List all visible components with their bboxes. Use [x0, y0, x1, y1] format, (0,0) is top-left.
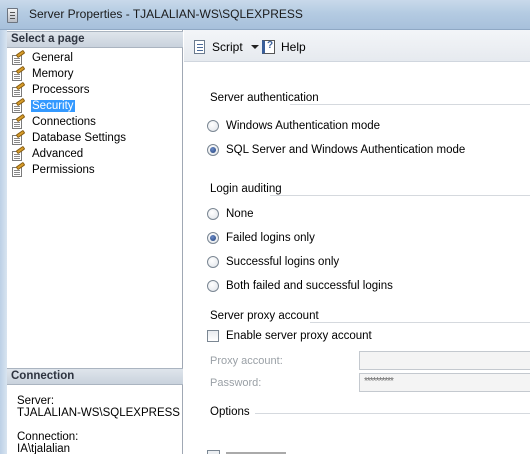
- checkbox-label: Enable server proxy account: [226, 330, 372, 342]
- page-item-label: Security: [31, 100, 75, 112]
- page-properties-icon: [10, 129, 26, 145]
- proxy-account-field[interactable]: [359, 351, 530, 370]
- page-item-connections[interactable]: Connections: [10, 113, 180, 130]
- server-authentication-title: Server authentication: [210, 92, 324, 104]
- server-value: TJALALIAN-WS\SQLEXPRESS: [17, 407, 180, 419]
- page-item-processors[interactable]: Processors: [10, 81, 180, 98]
- cut-off-checkbox[interactable]: [207, 450, 220, 454]
- script-button[interactable]: Script: [192, 38, 259, 55]
- window-frame-left: [0, 30, 7, 454]
- page-item-label: Database Settings: [32, 132, 126, 144]
- script-label: Script: [212, 39, 243, 54]
- mixed-auth-radio[interactable]: SQL Server and Windows Authentication mo…: [207, 142, 465, 158]
- audit-none-radio[interactable]: None: [207, 206, 254, 222]
- checkbox[interactable]: [207, 330, 219, 342]
- window-title-bar: Server Properties - TJALALIAN-WS\SQLEXPR…: [0, 0, 530, 30]
- cut-off-checkbox-label: [226, 449, 296, 454]
- radio-label: None: [226, 208, 254, 220]
- group-divider: [290, 104, 530, 105]
- radio-label: Failed logins only: [226, 232, 315, 244]
- connection-info: Server: TJALALIAN-WS\SQLEXPRESS Connecti…: [17, 395, 183, 454]
- password-label: Password:: [210, 377, 262, 389]
- options-title: Options: [210, 406, 255, 418]
- group-divider: [250, 413, 530, 414]
- connection-header: Connection: [7, 368, 183, 385]
- page-item-general[interactable]: General: [10, 49, 180, 66]
- page-item-label: Memory: [32, 68, 74, 80]
- audit-both-radio[interactable]: Both failed and successful logins: [207, 278, 393, 294]
- radio-button[interactable]: [207, 280, 219, 292]
- radio-button[interactable]: [207, 208, 219, 220]
- page-properties-icon: [10, 113, 26, 129]
- radio-label: Successful logins only: [226, 256, 340, 268]
- page-item-label: Connections: [32, 116, 96, 128]
- proxy-account-label: Proxy account:: [210, 355, 283, 367]
- password-field[interactable]: **********: [359, 373, 530, 392]
- enable-proxy-checkbox[interactable]: Enable server proxy account: [207, 328, 372, 344]
- page-item-label: Advanced: [32, 148, 84, 160]
- group-divider: [310, 322, 530, 323]
- server-label: Server:: [17, 395, 55, 407]
- page-properties-icon: [10, 65, 26, 81]
- script-icon: [192, 39, 208, 55]
- radio-button[interactable]: [207, 232, 219, 244]
- connection-value: IA\tjalalian: [17, 443, 71, 454]
- help-button[interactable]: Help: [261, 38, 306, 55]
- page-list: General Memory Processors Security Conne…: [10, 49, 180, 178]
- toolbar: Script Help: [184, 30, 530, 62]
- page-item-advanced[interactable]: Advanced: [10, 145, 180, 162]
- server-proxy-title: Server proxy account: [210, 310, 324, 322]
- windows-auth-radio[interactable]: Windows Authentication mode: [207, 118, 380, 134]
- server-properties-icon: [7, 8, 18, 23]
- radio-label: Windows Authentication mode: [226, 120, 381, 132]
- page-item-label: General: [32, 52, 73, 64]
- radio-button[interactable]: [207, 256, 219, 268]
- page-properties-icon: [10, 49, 26, 65]
- page-item-security[interactable]: Security: [10, 97, 180, 114]
- group-divider: [270, 195, 530, 196]
- audit-successful-radio[interactable]: Successful logins only: [207, 254, 339, 270]
- help-label: Help: [281, 39, 306, 54]
- radio-button[interactable]: [207, 120, 219, 132]
- chevron-down-icon[interactable]: [250, 44, 259, 49]
- page-properties-icon: [10, 81, 26, 97]
- select-page-header: Select a page: [7, 31, 183, 48]
- page-properties-icon: [10, 97, 26, 113]
- page-item-database-settings[interactable]: Database Settings: [10, 129, 180, 146]
- page-item-label: Processors: [32, 84, 90, 96]
- radio-label: Both failed and successful logins: [226, 280, 393, 292]
- page-item-label: Permissions: [32, 164, 95, 176]
- radio-label: SQL Server and Windows Authentication mo…: [226, 144, 466, 156]
- page-properties-icon: [10, 145, 26, 161]
- audit-failed-radio[interactable]: Failed logins only: [207, 230, 315, 246]
- help-icon: [261, 39, 277, 55]
- radio-button[interactable]: [207, 144, 219, 156]
- window-title: Server Properties - TJALALIAN-WS\SQLEXPR…: [29, 7, 303, 21]
- login-auditing-title: Login auditing: [210, 183, 287, 195]
- connection-label: Connection:: [17, 431, 79, 443]
- page-item-memory[interactable]: Memory: [10, 65, 180, 82]
- page-item-permissions[interactable]: Permissions: [10, 161, 180, 178]
- page-properties-icon: [10, 161, 26, 177]
